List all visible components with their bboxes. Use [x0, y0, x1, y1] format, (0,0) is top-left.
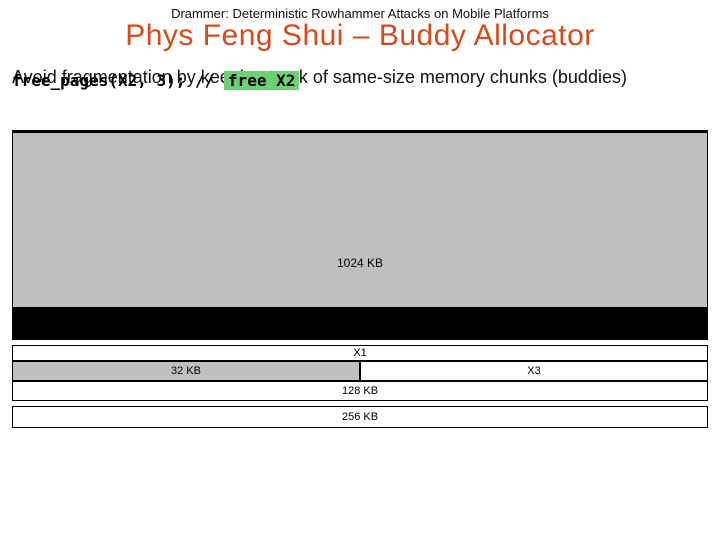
block-128kb-label: 128 KB [13, 382, 707, 400]
block-128kb: 128 KB [12, 381, 708, 401]
block-256kb: 256 KB [12, 406, 708, 428]
block-1024kb [12, 132, 708, 308]
slide-title: Phys Feng Shui – Buddy Allocator [0, 19, 720, 53]
block-x3: X3 [360, 361, 708, 381]
code-highlight: free X2 [224, 71, 299, 90]
block-32kb: 32 KB [12, 361, 360, 381]
block-1024kb-label: 1024 KB [12, 256, 708, 270]
slide-source: Drammer: Deterministic Rowhammer Attacks… [0, 0, 720, 21]
code-line: free_pages(X2, 3); // free X2 [12, 71, 708, 90]
block-x1: X1 [12, 345, 708, 361]
row-32kb-x3: 32 KB X3 [12, 361, 708, 381]
code-prefix: free_pages(X2, 3); // [12, 71, 224, 90]
